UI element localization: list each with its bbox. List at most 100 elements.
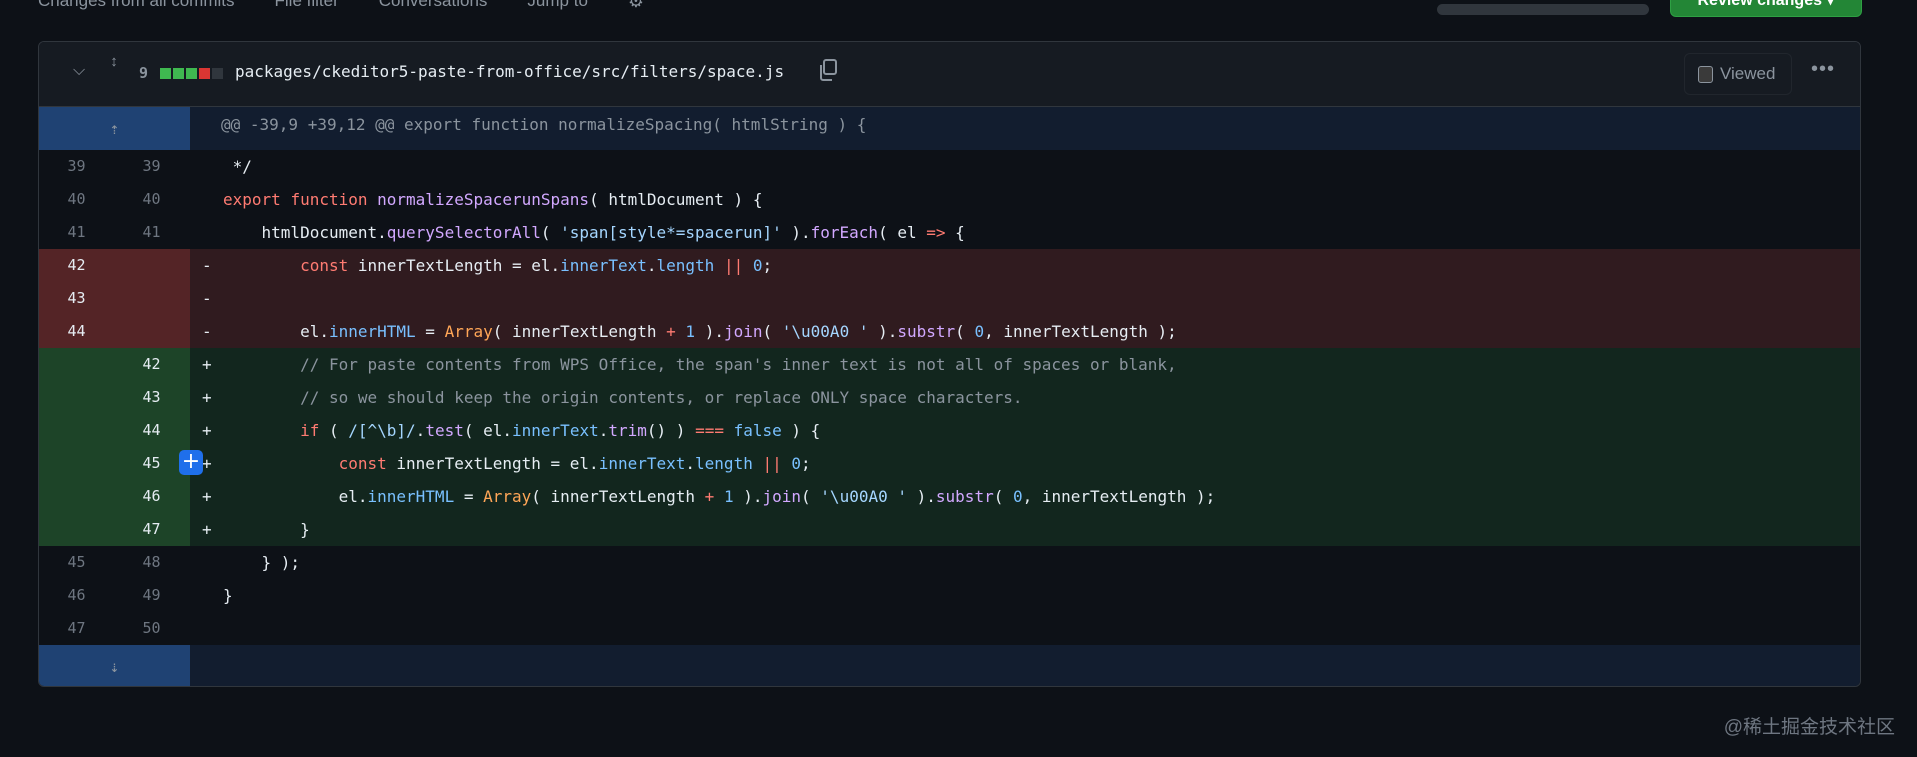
line-numbers: 45	[39, 447, 190, 480]
addition-marker: +	[202, 388, 212, 407]
old-line-number[interactable]: 47	[39, 612, 114, 645]
old-line-number[interactable]	[39, 447, 114, 480]
diffstat-block-add	[173, 68, 184, 79]
line-numbers: 43	[39, 381, 190, 414]
code-token: innerText	[512, 421, 599, 440]
expand-all-icon[interactable]: ↕	[106, 54, 122, 69]
old-line-number[interactable]	[39, 480, 114, 513]
new-line-number[interactable]: 43	[114, 381, 189, 414]
new-line-number[interactable]: 41	[114, 216, 189, 249]
diff-line: 41 41 htmlDocument.querySelectorAll( 'spa…	[39, 216, 1860, 249]
expand-up-icon[interactable]: ⇡	[39, 107, 190, 150]
code-token: ).	[907, 487, 936, 506]
old-line-number[interactable]: 46	[39, 579, 114, 612]
new-line-number[interactable]: 48	[114, 546, 189, 579]
diffstat-block-del	[199, 68, 210, 79]
new-line-number[interactable]	[114, 315, 189, 348]
code-line: + }	[190, 513, 1860, 546]
viewed-checkbox[interactable]: Viewed	[1684, 53, 1792, 95]
code-token: 1	[723, 487, 734, 506]
addition-marker: +	[202, 421, 212, 440]
old-line-number[interactable]	[39, 513, 114, 546]
code-line: }	[190, 579, 1860, 612]
line-numbers: 43	[39, 282, 190, 315]
diff-line: 44 - el.innerHTML = Array( innerTextLengt…	[39, 315, 1860, 348]
new-line-number[interactable]	[114, 282, 189, 315]
code-token: ||	[723, 256, 744, 275]
code-token: (	[319, 421, 349, 440]
code-line: + // so we should keep the origin conten…	[190, 381, 1860, 414]
code-token: ( innerTextLength	[492, 322, 667, 341]
change-count: 9	[139, 64, 149, 82]
new-line-number[interactable]: 46	[114, 480, 189, 513]
new-line-number[interactable]: 42	[114, 348, 189, 381]
line-numbers: 42	[39, 348, 190, 381]
code-token: .	[646, 256, 657, 275]
code-line: + el.innerHTML = Array( innerTextLength …	[190, 480, 1860, 513]
line-numbers: 40 40	[39, 183, 190, 216]
new-line-number[interactable]	[114, 249, 189, 282]
old-line-number[interactable]: 44	[39, 315, 114, 348]
hunk-header-row: ⇡ @@ -39,9 +39,12 @@ export function nor…	[39, 107, 1860, 150]
code-token: if	[300, 421, 320, 440]
code-token: (	[993, 487, 1013, 506]
code-line: -	[190, 282, 1860, 315]
code-token: 0	[1012, 487, 1023, 506]
line-numbers: 39 39	[39, 150, 190, 183]
conversations-button[interactable]: Conversations	[379, 0, 488, 12]
code-token: ===	[695, 421, 724, 440]
code-token: export	[223, 190, 281, 209]
new-line-number[interactable]: 50	[114, 612, 189, 645]
new-line-number[interactable]: 49	[114, 579, 189, 612]
old-line-number[interactable]	[39, 414, 114, 447]
changes-filter[interactable]: Changes from all commits	[38, 0, 235, 12]
old-line-number[interactable]	[39, 381, 114, 414]
more-options-icon[interactable]: •••	[1811, 58, 1835, 81]
code-token: innerTextLength = el.	[348, 256, 561, 275]
old-line-number[interactable]: 45	[39, 546, 114, 579]
new-line-number[interactable]: 45	[114, 447, 189, 480]
expand-down-icon[interactable]: ⇣	[39, 645, 190, 686]
code-token: const	[338, 454, 387, 473]
old-line-number[interactable]: 39	[39, 150, 114, 183]
code-token: el.	[223, 487, 368, 506]
code-token: ).	[695, 322, 724, 341]
diffstat	[160, 68, 223, 79]
code-token: 'span[style*=spacerun]'	[560, 223, 782, 242]
code-token: innerText	[560, 256, 647, 275]
code-token: ).	[733, 487, 763, 506]
add-comment-button[interactable]: +	[179, 450, 203, 475]
old-line-number[interactable]: 41	[39, 216, 114, 249]
old-line-number[interactable]	[39, 348, 114, 381]
gear-icon[interactable]: ⚙	[628, 0, 644, 12]
hunk-filler	[190, 645, 1860, 686]
old-line-number[interactable]: 40	[39, 183, 114, 216]
file-path[interactable]: packages/ckeditor5-paste-from-office/src…	[235, 62, 784, 81]
pr-toolbar: Changes from all commits File filter Con…	[38, 0, 644, 12]
new-line-number[interactable]: 47	[114, 513, 189, 546]
jump-to-button[interactable]: Jump to	[527, 0, 587, 12]
old-line-number[interactable]: 43	[39, 282, 114, 315]
copy-icon[interactable]	[817, 58, 839, 82]
code-token: .	[598, 421, 609, 440]
chevron-down-icon[interactable]: ⌵	[73, 62, 85, 80]
deletion-marker: -	[202, 322, 212, 341]
code-token: Array	[444, 322, 493, 341]
line-numbers: 44	[39, 315, 190, 348]
code-token: (	[801, 487, 821, 506]
code-token: length	[695, 454, 753, 473]
file-filter[interactable]: File filter	[275, 0, 339, 12]
diff-line: 43 + // so we should keep the origin cont…	[39, 381, 1860, 414]
review-changes-button[interactable]: Review changes ▾	[1670, 0, 1862, 17]
code-token: , innerTextLength );	[984, 322, 1177, 341]
new-line-number[interactable]: 39	[114, 150, 189, 183]
new-line-number[interactable]: 40	[114, 183, 189, 216]
addition-marker: +	[202, 487, 212, 506]
file-header: ⌵ ↕ 9 packages/ckeditor5-paste-from-offi…	[39, 42, 1860, 107]
old-line-number[interactable]: 42	[39, 249, 114, 282]
code-token: .	[685, 454, 696, 473]
code-line: */	[190, 150, 1860, 183]
new-line-number[interactable]: 44	[114, 414, 189, 447]
